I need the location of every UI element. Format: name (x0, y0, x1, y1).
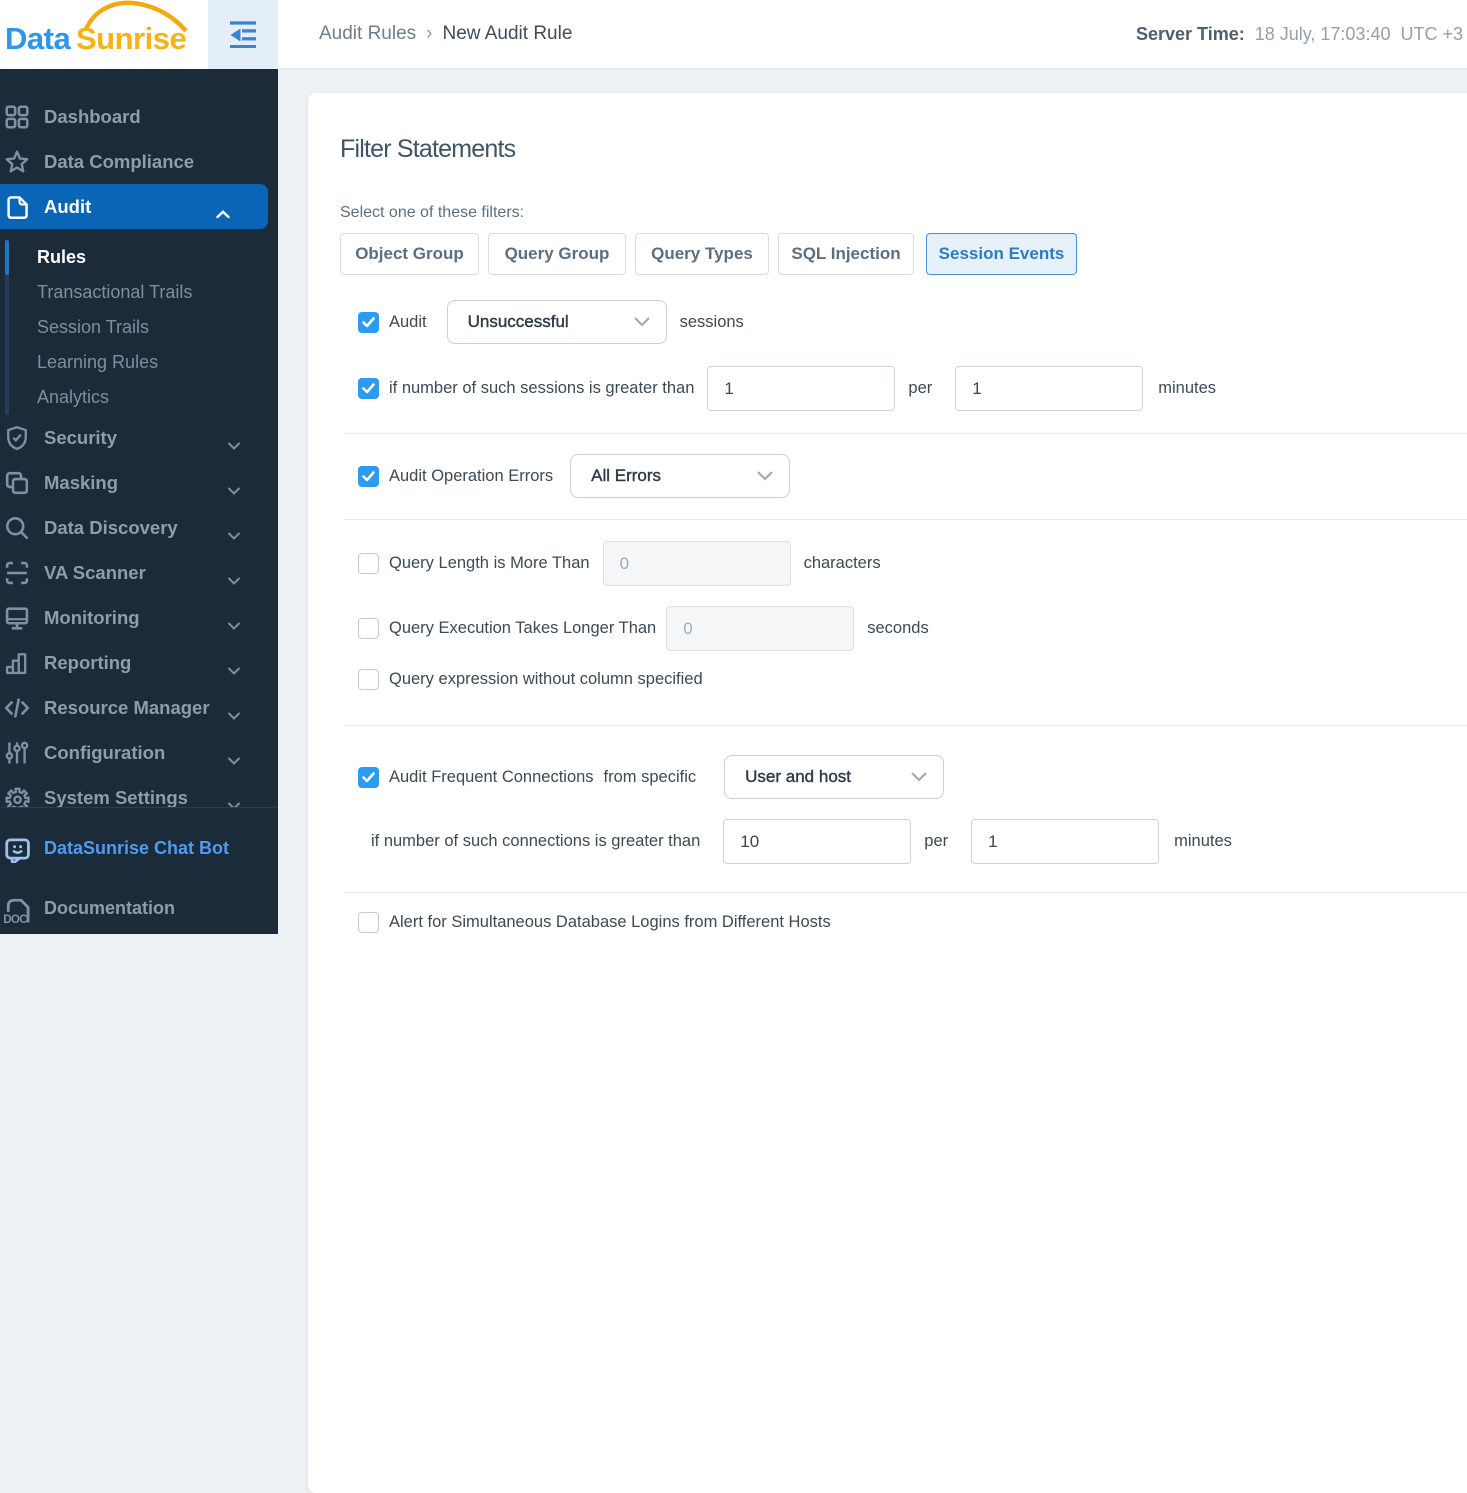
svg-text:DOC: DOC (3, 913, 28, 926)
svg-text:Sunrise: Sunrise (76, 21, 186, 56)
svg-text:Data: Data (5, 21, 71, 56)
